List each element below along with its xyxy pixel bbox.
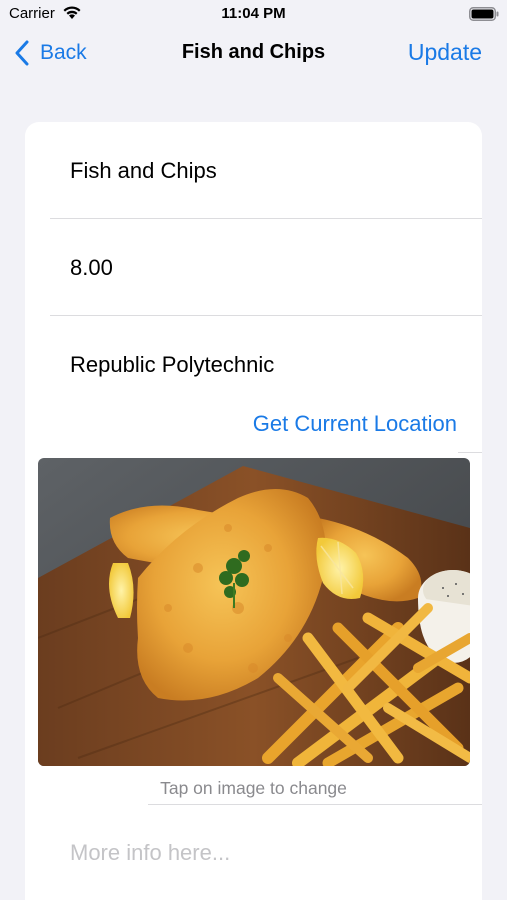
get-current-location-button[interactable]: Get Current Location xyxy=(253,411,457,437)
form-card: Fish and Chips 8.00 Republic Polytechnic… xyxy=(25,122,482,900)
clock: 11:04 PM xyxy=(221,5,286,22)
navigation-bar: Back Fish and Chips Update xyxy=(0,28,507,78)
food-photo[interactable] xyxy=(38,458,470,766)
price-field[interactable]: 8.00 xyxy=(70,255,482,281)
location-field[interactable]: Republic Polytechnic xyxy=(70,352,482,378)
image-hint-label: Tap on image to change xyxy=(160,778,347,798)
divider xyxy=(50,315,482,316)
divider xyxy=(50,218,482,219)
update-button[interactable]: Update xyxy=(408,39,482,66)
name-field[interactable]: Fish and Chips xyxy=(70,158,482,184)
status-bar: Carrier 11:04 PM xyxy=(0,0,507,28)
battery-icon xyxy=(469,7,499,21)
divider xyxy=(148,804,482,805)
more-info-field[interactable] xyxy=(70,840,460,866)
divider xyxy=(458,452,482,453)
